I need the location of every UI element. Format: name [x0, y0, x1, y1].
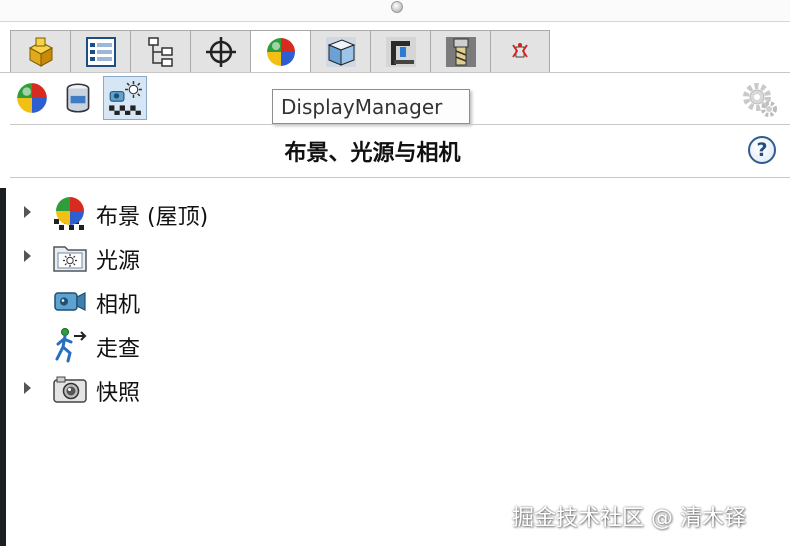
camera-icon — [54, 292, 86, 311]
appearance-ball-icon — [266, 37, 295, 66]
cam-feature-icon — [325, 36, 356, 67]
left-window-edge — [0, 188, 6, 546]
tab-property-manager[interactable] — [70, 30, 130, 73]
tree-item-snapshot[interactable]: 快照 — [20, 368, 420, 408]
snapshot-icon — [53, 376, 87, 403]
property-list-icon — [85, 36, 116, 67]
part-cube-icon — [28, 37, 53, 67]
appearances-view-button[interactable] — [10, 76, 54, 120]
scene-lights-camera-icon — [109, 81, 142, 115]
tree-item-label: 光源 — [96, 249, 141, 274]
panel-title: 布景、光源与相机 — [284, 141, 461, 166]
tree-item-label: 快照 — [96, 381, 141, 406]
tree-item-scene[interactable]: 布景 (屋顶) — [20, 192, 420, 232]
crosshair-icon — [205, 36, 236, 67]
configuration-tree-icon — [147, 36, 173, 67]
tree-item-walkthrough[interactable]: 走查 — [20, 324, 420, 364]
help-icon[interactable]: ? — [748, 136, 776, 164]
tab-dimxpert-manager[interactable] — [190, 30, 250, 73]
tree-item-label: 布景 (屋顶) — [96, 205, 209, 230]
decals-view-button[interactable] — [56, 76, 100, 120]
tree-item-camera[interactable]: 相机 — [20, 280, 420, 320]
watermark: 掘金技术社区 @ 清木铎 — [512, 506, 746, 531]
light-folder-icon — [53, 246, 87, 272]
expand-arrow-icon[interactable] — [24, 250, 31, 262]
tab-configuration-manager[interactable] — [130, 30, 190, 73]
tab-feature-manager[interactable] — [10, 30, 70, 73]
tab-display-manager[interactable] — [250, 30, 310, 73]
tab-cam-toolpath[interactable] — [490, 30, 550, 73]
expand-arrow-icon[interactable] — [24, 206, 31, 218]
tab-cam-tool[interactable] — [430, 30, 490, 73]
toolpath-icon — [512, 42, 528, 57]
manager-tab-bar — [10, 30, 550, 73]
decal-cylinder-icon — [66, 83, 90, 113]
tab-cam-feature[interactable] — [310, 30, 370, 73]
tree-item-label: 相机 — [96, 293, 141, 318]
expand-arrow-icon[interactable] — [24, 382, 31, 394]
cam-operation-icon — [385, 36, 416, 67]
walkthrough-icon — [55, 328, 87, 363]
tree-item-label: 走查 — [96, 337, 141, 362]
scene-icon — [54, 197, 84, 230]
title-divider — [10, 177, 790, 178]
options-gear-icon[interactable] — [740, 80, 780, 120]
tab-cam-operation[interactable] — [370, 30, 430, 73]
cam-tool-icon — [445, 36, 476, 67]
scene-lights-cameras-button[interactable] — [103, 76, 147, 120]
panel-grip-handle[interactable] — [391, 1, 403, 13]
display-manager-tooltip: DisplayManager — [272, 89, 470, 124]
tree-item-lights[interactable]: 光源 — [20, 236, 420, 276]
appearance-ball-icon — [17, 83, 47, 113]
toolbar-divider — [10, 124, 790, 125]
panel-top-strip — [0, 0, 790, 22]
